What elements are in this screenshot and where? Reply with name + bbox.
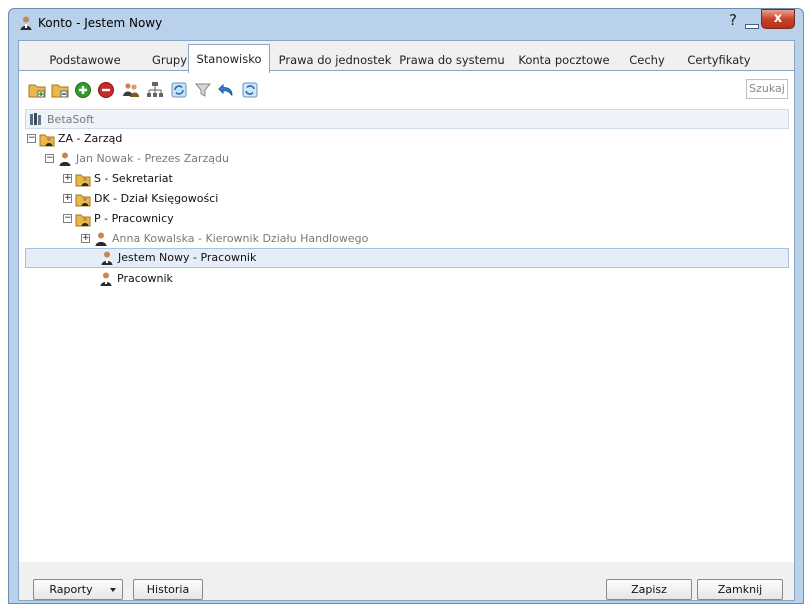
reports-dropdown-button[interactable]: Raporty xyxy=(33,579,123,600)
tree-node-jestem-nowy[interactable]: Jestem Nowy - Pracownik xyxy=(25,248,789,268)
expand-toggle[interactable]: + xyxy=(63,194,72,203)
tree-node-pracownicy[interactable]: − P - Pracownicy xyxy=(63,209,363,229)
person-icon xyxy=(93,231,109,247)
sync-icon[interactable] xyxy=(240,80,260,100)
tab-stanowisko[interactable]: Stanowisko xyxy=(188,44,270,73)
refresh-icon[interactable] xyxy=(169,80,189,100)
tab-prawa-do-jednostek[interactable]: Prawa do jednostek xyxy=(274,49,396,72)
add-icon[interactable] xyxy=(73,80,93,100)
department-icon xyxy=(75,171,91,187)
dialog-footer: Raporty Historia Zapisz Zamknij xyxy=(19,562,794,600)
tree-root[interactable]: BetaSoft xyxy=(25,109,789,129)
search-button[interactable]: Szukaj xyxy=(746,79,788,99)
person-icon xyxy=(99,250,115,266)
chevron-down-icon xyxy=(110,588,116,592)
tree-node-label: DK - Dział Księgowości xyxy=(94,192,219,205)
tree-node-sekretariat[interactable]: + S - Sekretariat xyxy=(63,169,363,189)
tree-root-label: BetaSoft xyxy=(47,113,95,126)
tab-certyfikaty[interactable]: Certyfikaty xyxy=(678,49,760,72)
remove-icon[interactable] xyxy=(96,80,116,100)
collapse-toggle[interactable]: − xyxy=(63,214,72,223)
department-icon xyxy=(75,191,91,207)
tree-node-label: Jan Nowak - Prezes Zarządu xyxy=(76,152,230,165)
expand-toggle[interactable]: + xyxy=(81,234,90,243)
company-icon xyxy=(29,112,43,126)
tree-node-zarzad[interactable]: − ZA - Zarząd xyxy=(27,129,327,149)
tree-node-anna-kowalska[interactable]: + Anna Kowalska - Kierownik Działu Handl… xyxy=(81,229,401,249)
help-button[interactable]: ? xyxy=(725,11,741,29)
tree-node-label: ZA - Zarząd xyxy=(58,132,123,145)
tab-konta-pocztowe[interactable]: Konta pocztowe xyxy=(514,49,614,72)
tree-node-dzial-ksiegowosci[interactable]: + DK - Dział Księgowości xyxy=(63,189,363,209)
filter-icon[interactable] xyxy=(193,80,213,100)
add-subfolder-icon[interactable] xyxy=(50,80,70,100)
save-button[interactable]: Zapisz xyxy=(606,579,692,600)
title-bar: Konto - Jestem Nowy ? x xyxy=(9,9,803,37)
dialog-client-area: Podstawowe Grupy Stanowisko Prawa do jed… xyxy=(18,40,795,601)
expand-toggle[interactable]: + xyxy=(63,174,72,183)
tree-node-jan-nowak[interactable]: − Jan Nowak - Prezes Zarządu xyxy=(45,149,345,169)
reports-label: Raporty xyxy=(49,583,93,596)
tree-node-label: P - Pracownicy xyxy=(94,212,174,225)
org-chart-icon[interactable] xyxy=(145,80,165,100)
tree-node-label: Anna Kowalska - Kierownik Działu Handlow… xyxy=(112,232,369,245)
department-icon xyxy=(75,211,91,227)
person-icon xyxy=(98,271,114,287)
stanowisko-panel: Szukaj BetaSoft − ZA - Zarząd − Jan Nowa… xyxy=(19,70,794,562)
window-title: Konto - Jestem Nowy xyxy=(38,16,163,30)
close-button[interactable]: Zamknij xyxy=(697,579,783,600)
users-icon[interactable] xyxy=(121,80,141,100)
tree-node-label: Pracownik xyxy=(117,272,173,285)
tree-node-pracownik[interactable]: Pracownik xyxy=(81,269,381,289)
tab-podstawowe[interactable]: Podstawowe xyxy=(30,49,140,72)
user-icon xyxy=(18,15,34,31)
add-folder-icon[interactable] xyxy=(27,80,47,100)
undo-icon[interactable] xyxy=(216,80,236,100)
department-icon xyxy=(39,131,55,147)
account-window: Konto - Jestem Nowy ? x Podstawowe Grupy… xyxy=(8,8,804,604)
tree-node-label: Jestem Nowy - Pracownik xyxy=(118,251,257,264)
minimize-button[interactable] xyxy=(743,13,759,29)
tab-cechy[interactable]: Cechy xyxy=(624,49,670,72)
tab-prawa-do-systemu[interactable]: Prawa do systemu xyxy=(398,49,506,72)
collapse-toggle[interactable]: − xyxy=(45,154,54,163)
tree-node-label: S - Sekretariat xyxy=(94,172,173,185)
person-icon xyxy=(57,151,73,167)
close-window-button[interactable]: x xyxy=(761,9,795,29)
history-button[interactable]: Historia xyxy=(133,579,203,600)
collapse-toggle[interactable]: − xyxy=(27,134,36,143)
